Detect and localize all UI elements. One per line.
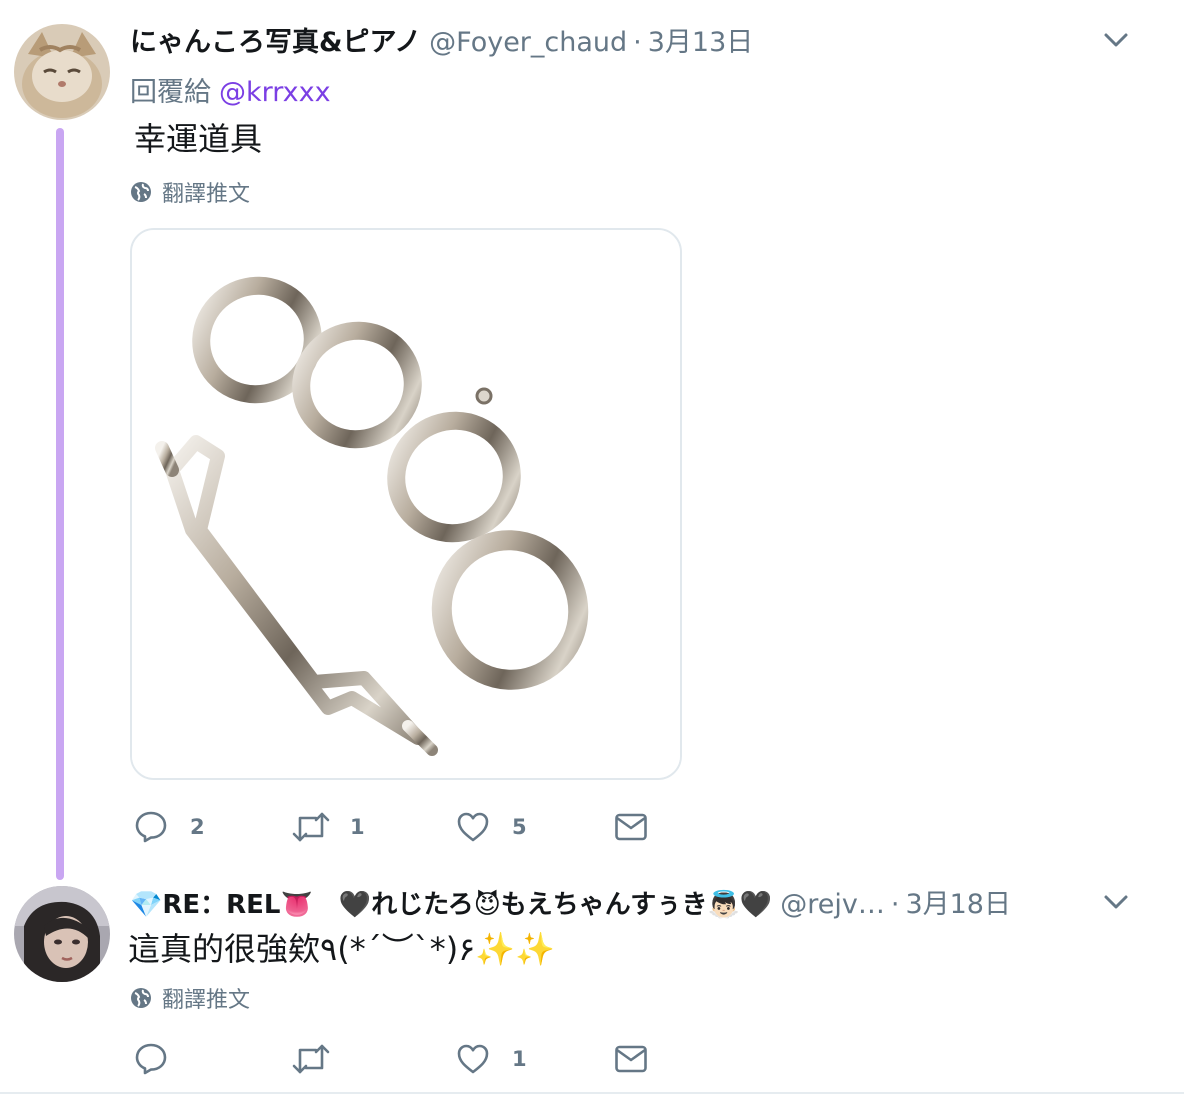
translate-tweet-link[interactable]: 翻譯推文 bbox=[130, 176, 250, 208]
separator-dot: · bbox=[633, 27, 642, 58]
heart-icon bbox=[457, 1044, 489, 1074]
thread-connector-line bbox=[56, 128, 64, 880]
heart-icon bbox=[457, 812, 489, 842]
display-name[interactable]: 💎RE：REL👅 🖤れじたろ😈もえちゃんすぅき👼🏻🖤 bbox=[130, 884, 772, 921]
translate-label: 翻譯推文 bbox=[162, 182, 251, 207]
cat-avatar-image bbox=[14, 24, 110, 120]
reply-icon bbox=[135, 1043, 167, 1075]
like-count: 1 bbox=[512, 1047, 527, 1071]
like-button[interactable]: 5 bbox=[456, 810, 527, 844]
divider bbox=[0, 1092, 1184, 1094]
tweet-date[interactable]: 3月13日 bbox=[648, 20, 754, 59]
direct-message-button[interactable] bbox=[614, 810, 648, 844]
translate-tweet-link[interactable]: 翻譯推文 bbox=[130, 982, 250, 1014]
reply-button[interactable] bbox=[134, 1042, 168, 1076]
retweet-icon bbox=[292, 1044, 330, 1074]
separator-dot: · bbox=[890, 889, 900, 920]
chevron-down-icon[interactable] bbox=[1100, 24, 1132, 56]
reply-button[interactable]: 2 bbox=[134, 810, 205, 844]
reply-to-line: 回覆給 @krrxxx bbox=[130, 70, 331, 109]
like-count: 5 bbox=[512, 815, 527, 839]
tweet-thread: にゃんころ写真&ピアノ @Foyer_chaud · 3月13日 回覆給 @krr… bbox=[0, 0, 1184, 1096]
globe-icon bbox=[131, 182, 151, 202]
like-button[interactable]: 1 bbox=[456, 1042, 527, 1076]
translate-label: 翻譯推文 bbox=[162, 988, 251, 1013]
globe-icon bbox=[131, 988, 151, 1008]
retweet-count: 1 bbox=[350, 815, 365, 839]
reply-icon bbox=[135, 811, 167, 843]
user-handle[interactable]: @Foyer_chaud bbox=[429, 27, 627, 58]
avatar[interactable] bbox=[14, 886, 110, 982]
tweet-header: 💎RE：REL👅 🖤れじたろ😈もえちゃんすぅき👼🏻🖤 @rejv… · 3月18… bbox=[130, 882, 1011, 921]
reply-count: 2 bbox=[190, 815, 205, 839]
tweet-text: 幸運道具 bbox=[134, 120, 263, 158]
envelope-icon bbox=[615, 1045, 647, 1073]
retweet-icon bbox=[292, 812, 330, 842]
avatar[interactable] bbox=[14, 24, 110, 120]
tweet-header: にゃんころ写真&ピアノ @Foyer_chaud · 3月13日 bbox=[130, 20, 753, 59]
tweet-text: 這真的很強欸٩(*´︶`*)۶✨✨ bbox=[128, 930, 556, 968]
brass-knuckles-image bbox=[132, 230, 680, 778]
user-handle[interactable]: @rejv… bbox=[780, 889, 885, 920]
retweet-button[interactable] bbox=[292, 1042, 330, 1076]
retweet-button[interactable]: 1 bbox=[292, 810, 365, 844]
direct-message-button[interactable] bbox=[614, 1042, 648, 1076]
reply-mention-link[interactable]: @krrxxx bbox=[219, 77, 331, 108]
envelope-icon bbox=[615, 813, 647, 841]
display-name[interactable]: にゃんころ写真&ピアノ bbox=[130, 20, 421, 59]
tweet-date[interactable]: 3月18日 bbox=[905, 882, 1011, 921]
media-card[interactable] bbox=[130, 228, 682, 780]
girl-avatar-image bbox=[14, 886, 110, 982]
reply-to-label: 回覆給 bbox=[130, 77, 211, 108]
chevron-down-icon[interactable] bbox=[1100, 886, 1132, 918]
